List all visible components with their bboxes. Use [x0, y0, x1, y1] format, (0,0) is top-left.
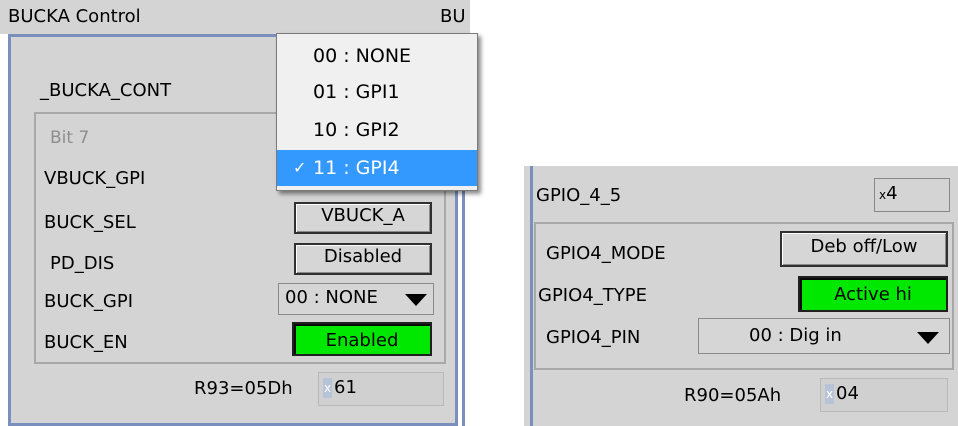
- chevron-down-icon: [917, 332, 939, 344]
- menu-item-gpi1[interactable]: 01 : GPI1: [277, 74, 477, 110]
- menu-item-gpi2[interactable]: 10 : GPI2: [277, 112, 477, 148]
- gpio4-type-toggle[interactable]: Active hi: [798, 276, 948, 312]
- gpio4-mode-button[interactable]: Deb off/Low: [780, 231, 948, 267]
- vbuck-gpi-label: VBUCK_GPI: [44, 168, 146, 189]
- menu-item-none[interactable]: 00 : NONE: [277, 38, 477, 74]
- register-value: 61: [334, 377, 357, 398]
- hex-prefix: x: [323, 378, 332, 398]
- gpio4-pin-label: GPIO4_PIN: [546, 327, 641, 348]
- panel-border: [524, 166, 534, 426]
- register-address-label: R90=05Ah: [684, 385, 782, 406]
- buck-gpi-select[interactable]: 00 : NONE: [278, 283, 434, 315]
- gpio-group-value-field[interactable]: x4: [874, 178, 950, 212]
- gpio4-pin-select-value: 00 : Dig in: [749, 325, 842, 346]
- buck-gpi-dropdown-menu: 00 : NONE 01 : GPI1 10 : GPI2 ✓ 11 : GPI…: [276, 33, 478, 191]
- menu-item-gpi4[interactable]: ✓ 11 : GPI4: [277, 150, 477, 186]
- register-value-field[interactable]: x 61: [318, 372, 444, 406]
- group-label: _BUCKA_CONT: [40, 80, 172, 101]
- gpio4-mode-label: GPIO4_MODE: [546, 243, 666, 264]
- buck-sel-label: BUCK_SEL: [44, 212, 136, 233]
- buck-en-label: BUCK_EN: [44, 332, 128, 353]
- pd-dis-label: PD_DIS: [50, 253, 115, 274]
- register-value-field[interactable]: x 04: [820, 378, 948, 412]
- gpio-group-value: 4: [886, 183, 898, 204]
- window-title: BUCKA Control: [8, 6, 141, 27]
- register-address-label: R93=05Dh: [194, 378, 293, 399]
- buck-en-toggle[interactable]: Enabled: [292, 322, 432, 356]
- chevron-down-icon: [405, 294, 427, 306]
- gpio4-type-label: GPIO4_TYPE: [538, 285, 647, 306]
- hex-prefix: x: [825, 384, 834, 404]
- gpio-group-label: GPIO_4_5: [536, 185, 622, 206]
- adjacent-window-title: BU: [440, 6, 466, 27]
- bit7-label: Bit 7: [50, 128, 90, 148]
- pd-dis-button[interactable]: Disabled: [294, 243, 432, 275]
- buck-sel-button[interactable]: VBUCK_A: [294, 202, 432, 234]
- register-value: 04: [836, 383, 859, 404]
- buck-gpi-select-value: 00 : NONE: [285, 287, 378, 308]
- checkmark-icon: ✓: [293, 158, 307, 177]
- window-titlebar: BUCKA Control BU: [0, 0, 470, 34]
- buck-gpi-label: BUCK_GPI: [44, 291, 134, 312]
- gpio4-pin-select[interactable]: 00 : Dig in: [698, 318, 950, 354]
